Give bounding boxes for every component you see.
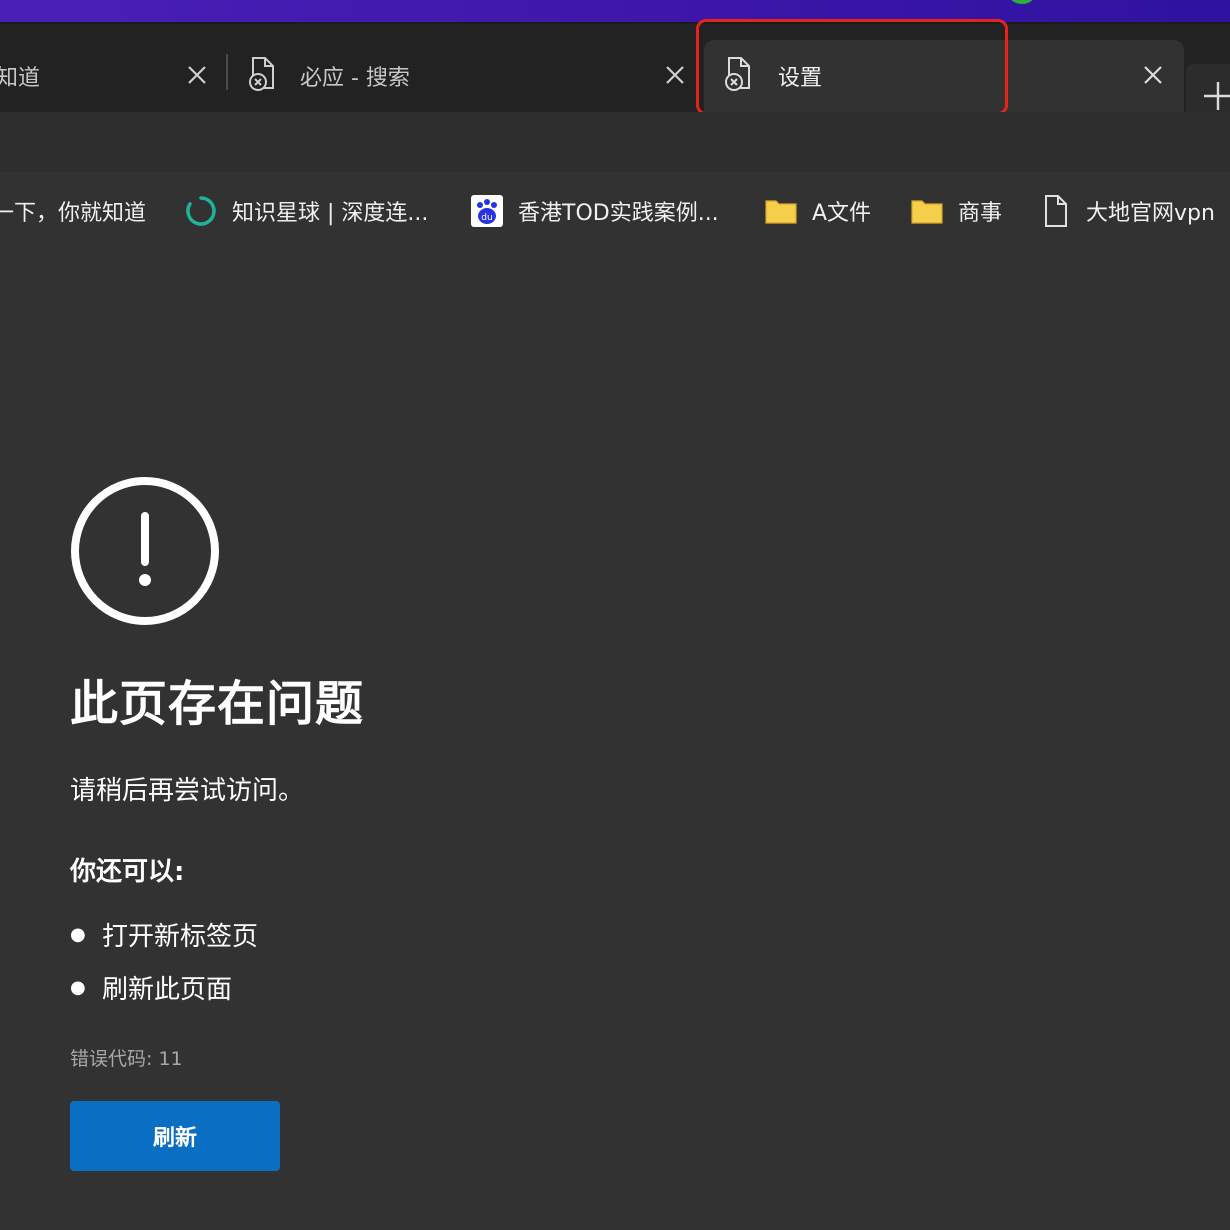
favorite-label: 知识星球 | 深度连... <box>232 201 429 226</box>
list-item[interactable]: ● 打开新标签页 <box>70 908 970 961</box>
suggestions-heading: 你还可以: <box>70 857 185 887</box>
favorite-item[interactable]: 大地官网vpn <box>1038 194 1215 228</box>
window-top-strip <box>0 0 1230 24</box>
favorite-label: 商事 <box>958 201 1003 226</box>
error-code: 错误代码: 11 <box>70 1048 183 1070</box>
error-page: 此页存在问题 请稍后再尝试访问。 你还可以: ● 打开新标签页 ● 刷新此页面 错误… <box>70 476 970 1171</box>
broken-page-icon <box>248 56 278 92</box>
error-subtitle: 请稍后再尝试访问。 <box>70 776 305 806</box>
browser-toolbar <box>0 112 1230 172</box>
annotation-highlight-box <box>696 19 1008 115</box>
folder-icon <box>910 194 944 228</box>
suggestion-open-new-tab: 打开新标签页 <box>102 922 259 952</box>
favorite-item[interactable]: 知识星球 | 深度连... <box>184 194 428 228</box>
list-item[interactable]: ● 刷新此页面 <box>70 961 970 1014</box>
baidu-icon: du <box>470 194 504 228</box>
extension-dot-icon <box>1010 0 1034 4</box>
suggestions-list: ● 打开新标签页 ● 刷新此页面 <box>70 908 970 1014</box>
favorites-bar: 一下，你就知道 知识星球 | 深度连... du 香港TOD实践案例... A文… <box>0 172 1230 250</box>
favorite-item[interactable]: 一下，你就知道 <box>0 194 146 228</box>
tab-bing-search[interactable]: 必应 - 搜索 <box>228 40 696 112</box>
page-icon <box>1038 194 1072 228</box>
bullet-icon: ● <box>70 977 86 998</box>
folder-icon <box>764 194 798 228</box>
favorite-label: 一下，你就知道 <box>0 201 147 226</box>
svg-text:du: du <box>481 213 492 223</box>
close-tab-icon[interactable] <box>1140 62 1166 88</box>
favorite-item[interactable]: A文件 <box>764 194 871 228</box>
close-tab-icon[interactable] <box>662 62 688 88</box>
favorite-item[interactable]: 商事 <box>910 194 1002 228</box>
suggestion-refresh-page: 刷新此页面 <box>102 975 233 1005</box>
favorite-item[interactable]: du 香港TOD实践案例... <box>470 194 719 228</box>
zsxq-icon <box>184 194 218 228</box>
bullet-icon: ● <box>70 924 86 945</box>
tab-label: 必应 - 搜索 <box>300 66 410 91</box>
favorite-label: 香港TOD实践案例... <box>518 201 719 226</box>
tab-zhidao[interactable]: 知道 <box>0 40 226 112</box>
page-title: 此页存在问题 <box>70 676 365 732</box>
close-tab-icon[interactable] <box>184 62 210 88</box>
tab-strip: 知道 必应 - 搜索 设置 <box>0 24 1230 126</box>
favorite-label: 大地官网vpn <box>1086 201 1215 226</box>
refresh-button[interactable]: 刷新 <box>70 1101 280 1171</box>
warning-circle-icon <box>70 476 220 626</box>
tab-label: 知道 <box>0 66 41 91</box>
favorite-label: A文件 <box>812 201 872 226</box>
